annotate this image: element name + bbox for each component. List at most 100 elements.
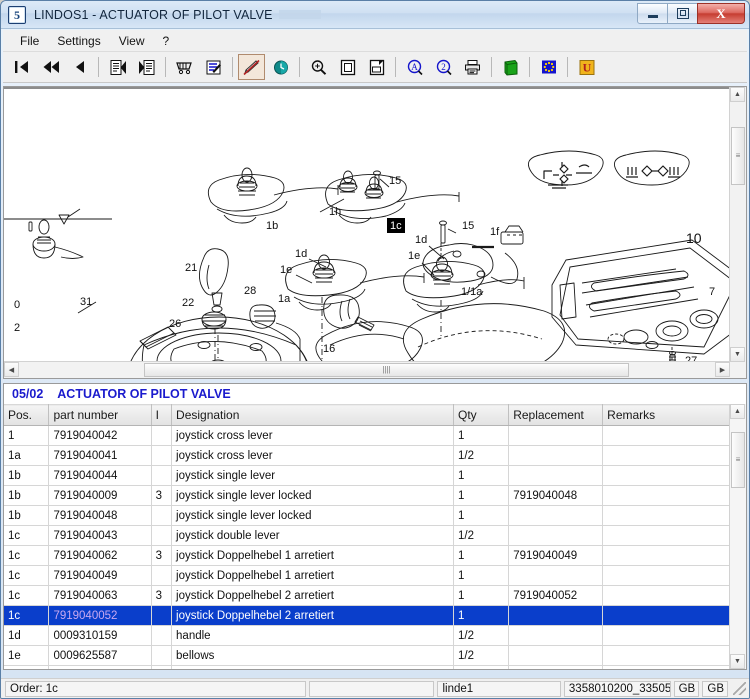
table-row[interactable]: 1b7919040044joystick single lever1 [4,466,729,486]
scroll-up-button[interactable]: ▲ [730,87,745,102]
shopping-cart-icon[interactable] [171,54,198,80]
find-a-icon[interactable]: A [401,54,428,80]
notepad-icon[interactable] [497,54,524,80]
parts-vertical-scrollbar[interactable]: ▲ ≡ ▼ [729,404,746,669]
diagram-callout[interactable]: 7 [709,286,715,298]
parts-table-viewport[interactable]: Pos.part numberIDesignationQtyReplacemen… [4,404,729,669]
cell-qty: 1 [454,586,509,606]
table-row[interactable]: 1c79190400623joystick Doppelhebel 1 arre… [4,546,729,566]
diagram-callout[interactable]: 1f [490,226,500,238]
printer-icon[interactable] [459,54,486,80]
status-bar: Order: 1c linde1 3358010200_3350502 GB G… [1,678,749,698]
scroll-right-button[interactable]: ▶ [715,362,730,377]
menu-help[interactable]: ? [154,32,179,50]
table-row[interactable]: 1c79190400633joystick Doppelhebel 2 arre… [4,586,729,606]
column-header-qty[interactable]: Qty [454,405,509,426]
diagram-callout[interactable]: 0 [14,299,20,311]
cell-qty: 1/2 [454,526,509,546]
document-right-icon[interactable] [133,54,160,80]
menu-view[interactable]: View [110,32,154,50]
diagram-callout[interactable]: 28 [244,285,256,297]
previous-page-icon[interactable] [66,54,93,80]
column-header-replacement[interactable]: Replacement [509,405,603,426]
eu-flag-icon[interactable] [535,54,562,80]
document-left-icon[interactable] [104,54,131,80]
resize-grip[interactable] [733,682,746,695]
page-fit-icon[interactable] [334,54,361,80]
diagram-callout[interactable]: 16 [323,343,335,355]
diagram-callout[interactable]: 1/1a [461,286,483,298]
first-page-icon[interactable] [8,54,35,80]
menu-file[interactable]: File [11,32,48,50]
table-row[interactable]: 1c7919040043joystick double lever1/2 [4,526,729,546]
table-row[interactable]: 1b79190400093joystick single lever locke… [4,486,729,506]
diagram-horizontal-scrollbar[interactable]: ◀ |||| ▶ [4,361,730,378]
table-row[interactable]: 1e0009625587bellows1/2 [4,646,729,666]
globe-clock-icon[interactable] [267,54,294,80]
parts-vscroll-thumb[interactable]: ≡ [731,432,745,488]
zoom-in-icon[interactable] [305,54,332,80]
diagram-callout[interactable]: 1e [408,250,420,262]
cell-replacement [509,646,603,666]
table-row[interactable]: 17919040042joystick cross lever1 [4,426,729,446]
cell-replacement [509,526,603,546]
application-window: 5 LINDOS1 - ACTUATOR OF PILOT VALVE X Fi… [0,0,750,699]
diagram-callout[interactable]: 15 [389,175,401,187]
diagram-vertical-scrollbar[interactable]: ▲ ≡ ▼ [729,87,746,362]
scroll-down-button[interactable]: ▼ [730,347,745,362]
table-row[interactable]: 1d0009310159handle1/2 [4,626,729,646]
table-row[interactable]: 1a7919040041joystick cross lever1/2 [4,446,729,466]
table-row[interactable]: 1c7919040049joystick Doppelhebel 1 arret… [4,566,729,586]
letter-u-icon[interactable]: U [573,54,600,80]
column-header-designation[interactable]: Designation [172,405,454,426]
table-row[interactable]: 1c7919040052joystick Doppelhebel 2 arret… [4,606,729,626]
scroll-left-button[interactable]: ◀ [4,362,19,377]
diagram-callout[interactable]: 21 [185,262,197,274]
order-list-icon[interactable] [200,54,227,80]
diagram-vscroll-thumb[interactable]: ≡ [731,127,745,185]
diagram-callout[interactable]: 1b [266,220,278,232]
cell-part-number: 7919040049 [49,566,151,586]
column-header-pos[interactable]: Pos. [4,405,49,426]
table-row[interactable]: 1f0009182202ring106/2013|=> [4,666,729,670]
diagram-callout[interactable]: 1c [390,220,402,232]
close-button[interactable]: X [697,3,745,24]
rewind-icon[interactable] [37,54,64,80]
diagram-canvas[interactable]: 1b1h151c151f101d1d1e1e2122281a1/1a731022… [4,87,746,378]
diagram-callout[interactable]: 1d [295,248,307,260]
diagram-callout[interactable]: 17 [149,378,161,379]
parts-scroll-up-button[interactable]: ▲ [730,404,745,419]
cell-designation: bellows [172,646,454,666]
parts-scroll-down-button[interactable]: ▼ [730,654,745,669]
table-row[interactable]: 1b7919040048joystick single lever locked… [4,506,729,526]
cell-replacement: 7919040049 [509,546,603,566]
diagram-callout[interactable]: 31 [80,296,92,308]
diagram-callout[interactable]: 1e [280,264,292,276]
status-blank [309,681,434,697]
diagram-callout[interactable]: 15 [462,220,474,232]
app-logo-icon: 5 [8,6,26,24]
diagram-callout[interactable]: 10 [686,230,702,246]
group-title: ACTUATOR OF PILOT VALVE [57,387,230,401]
minimize-button[interactable] [637,3,668,24]
diagram-callout[interactable]: 22 [182,297,194,309]
toolbar-separator [232,57,233,77]
column-header-part-number[interactable]: part number [49,405,151,426]
diagram-viewer[interactable]: 1b1h151c151f101d1d1e1e2122281a1/1a731022… [3,86,747,379]
cell-index [151,526,171,546]
column-header-i[interactable]: I [151,405,171,426]
diagram-callout[interactable]: 1d [415,234,427,246]
find-2-icon[interactable]: 2 [430,54,457,80]
maximize-button[interactable] [667,3,698,24]
pencil-strike-icon[interactable] [238,54,265,80]
cell-qty: 1/2 [454,446,509,466]
diagram-callout[interactable]: 2 [14,322,20,334]
diagram-callout[interactable]: 1h [329,206,341,218]
diagram-callout[interactable]: 1a [278,293,291,305]
page-width-icon[interactable] [363,54,390,80]
diagram-callout[interactable]: 26 [169,318,181,330]
menu-settings[interactable]: Settings [48,32,109,50]
cell-qty: 1/2 [454,646,509,666]
column-header-remarks[interactable]: Remarks [603,405,729,426]
diagram-hscroll-thumb[interactable]: |||| [144,363,629,377]
